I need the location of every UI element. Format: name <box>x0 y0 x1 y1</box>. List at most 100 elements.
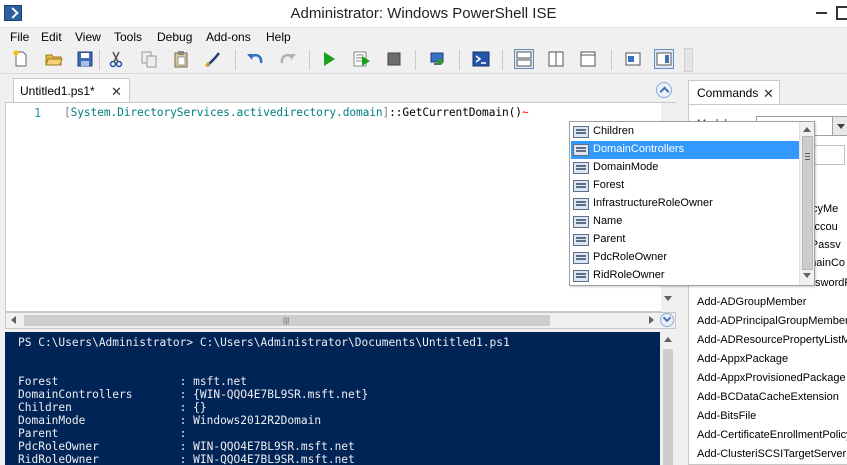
intellisense-item[interactable]: Name <box>571 213 800 231</box>
toolbar-overflow[interactable] <box>684 48 693 72</box>
item-label: Forest <box>593 179 625 191</box>
run-icon[interactable] <box>320 50 338 68</box>
show-commands-icon[interactable] <box>654 49 674 69</box>
copy-icon[interactable] <box>140 50 158 68</box>
item-label: Name <box>593 215 623 227</box>
intellisense-item-selected[interactable]: DomainControllers <box>571 141 800 159</box>
intellisense-item[interactable]: RidRoleOwner <box>571 267 800 285</box>
command-item[interactable]: Add-AppxProvisionedPackage <box>697 372 846 384</box>
item-label: PdcRoleOwner <box>593 251 667 263</box>
scroll-left-icon[interactable] <box>11 316 16 324</box>
close-icon[interactable]: ✕ <box>763 86 774 102</box>
layout-right-icon[interactable] <box>547 50 565 68</box>
menu-file[interactable]: File <box>10 30 29 44</box>
command-item[interactable]: Add-ClusteriSCSITargetServerRole <box>697 448 847 460</box>
console-vertical-scrollbar[interactable] <box>660 332 676 465</box>
editor-tab-strip: Untitled1.ps1* ✕ <box>5 78 678 102</box>
scrollbar-thumb[interactable] <box>802 136 813 270</box>
property-icon <box>573 144 589 156</box>
scrollbar-thumb[interactable] <box>663 349 673 465</box>
redo-icon[interactable] <box>279 50 297 68</box>
toolbar <box>0 46 847 74</box>
line-number: 1 <box>34 106 42 120</box>
code-type-name: System.DirectoryServices.activedirectory… <box>70 106 383 119</box>
command-item[interactable]: Add-BitsFile <box>697 410 756 422</box>
tab-commands[interactable]: Commands ✕ <box>688 80 780 104</box>
save-icon[interactable] <box>76 50 94 68</box>
intellisense-item[interactable]: DomainMode <box>571 159 800 177</box>
toolbar-separator <box>611 50 612 70</box>
cut-icon[interactable] <box>107 50 125 68</box>
item-label: DomainControllers <box>593 143 685 155</box>
item-label: Children <box>593 125 634 137</box>
menu-tools[interactable]: Tools <box>114 30 142 44</box>
code-bracket: [ <box>64 106 71 119</box>
property-icon <box>573 252 589 264</box>
command-item[interactable]: Add-ADGroupMember <box>697 296 806 308</box>
item-label: Parent <box>593 233 626 245</box>
toolbar-separator <box>309 50 310 70</box>
collapse-script-pane-button[interactable] <box>656 82 672 98</box>
intellisense-item[interactable]: PdcRoleOwner <box>571 249 800 267</box>
window-title: Administrator: Windows PowerShell ISE <box>290 5 557 22</box>
paste-icon[interactable] <box>172 50 190 68</box>
intellisense-item[interactable]: Forest <box>571 177 800 195</box>
property-icon <box>573 270 589 282</box>
run-selection-icon[interactable] <box>353 50 371 68</box>
scroll-up-icon[interactable] <box>803 127 811 132</box>
show-script-icon[interactable] <box>624 50 642 68</box>
property-icon <box>573 126 589 138</box>
menu-help[interactable]: Help <box>266 30 291 44</box>
scroll-down-icon[interactable] <box>803 273 811 278</box>
command-item[interactable]: Add-BCDataCacheExtension <box>697 391 839 403</box>
command-item[interactable]: Add-AppxPackage <box>697 353 788 365</box>
code-method: ::GetCurrentDomain() <box>389 106 522 119</box>
property-icon <box>573 198 589 210</box>
minimize-button[interactable] <box>806 0 836 22</box>
layout-max-icon[interactable] <box>579 50 597 68</box>
restore-button[interactable] <box>836 0 847 22</box>
powershell-icon[interactable] <box>472 50 490 68</box>
toolbar-separator <box>235 50 236 70</box>
scroll-right-icon[interactable] <box>649 316 654 324</box>
toolbar-separator <box>99 50 100 70</box>
undo-icon[interactable] <box>246 50 264 68</box>
menu-edit[interactable]: Edit <box>41 30 62 44</box>
scroll-down-icon[interactable] <box>664 295 673 304</box>
collapse-console-button[interactable] <box>660 313 674 327</box>
remote-icon[interactable] <box>428 50 446 68</box>
command-item[interactable]: Add-CertificateEnrollmentPolicyServer <box>697 429 847 441</box>
menu-debug[interactable]: Debug <box>157 30 192 44</box>
intellisense-popup[interactable]: Children DomainControllers DomainMode Fo… <box>569 121 815 286</box>
title-bar: Administrator: Windows PowerShell ISE <box>0 0 847 28</box>
intellisense-item[interactable]: Parent <box>571 231 800 249</box>
open-icon[interactable] <box>45 50 63 68</box>
script-horizontal-scrollbar[interactable]: ||| <box>5 312 676 329</box>
tab-label: Commands <box>697 86 759 100</box>
layout-top-icon[interactable] <box>514 49 534 69</box>
command-item[interactable]: Add-ADResourcePropertyListMember <box>697 334 847 346</box>
intellisense-item[interactable]: InfrastructureRoleOwner <box>571 195 800 213</box>
tab-untitled1[interactable]: Untitled1.ps1* ✕ <box>13 78 130 102</box>
item-label: RidRoleOwner <box>593 269 665 281</box>
code-line[interactable]: [System.DirectoryServices.activedirector… <box>64 106 529 119</box>
intellisense-scrollbar[interactable] <box>799 122 814 285</box>
command-item[interactable]: Add-ADPrincipalGroupMembership <box>697 315 847 327</box>
close-icon[interactable]: ✕ <box>111 84 122 100</box>
stop-icon[interactable] <box>385 50 403 68</box>
new-icon[interactable] <box>12 50 30 68</box>
tab-label: Untitled1.ps1* <box>20 84 95 98</box>
error-squiggle: ~ <box>521 106 529 119</box>
scroll-up-icon[interactable] <box>664 337 672 342</box>
console-pane[interactable]: PS C:\Users\Administrator> C:\Users\Admi… <box>5 332 676 465</box>
item-label: DomainMode <box>593 161 659 173</box>
menu-addons[interactable]: Add-ons <box>206 30 251 44</box>
toolbar-separator <box>459 50 460 70</box>
clear-icon[interactable] <box>204 50 222 68</box>
console-output: PS C:\Users\Administrator> C:\Users\Admi… <box>18 336 510 465</box>
toolbar-separator <box>502 50 503 70</box>
toolbar-separator <box>415 50 416 70</box>
chevron-down-icon[interactable] <box>832 116 847 136</box>
intellisense-item[interactable]: Children <box>571 123 800 141</box>
menu-view[interactable]: View <box>75 30 101 44</box>
